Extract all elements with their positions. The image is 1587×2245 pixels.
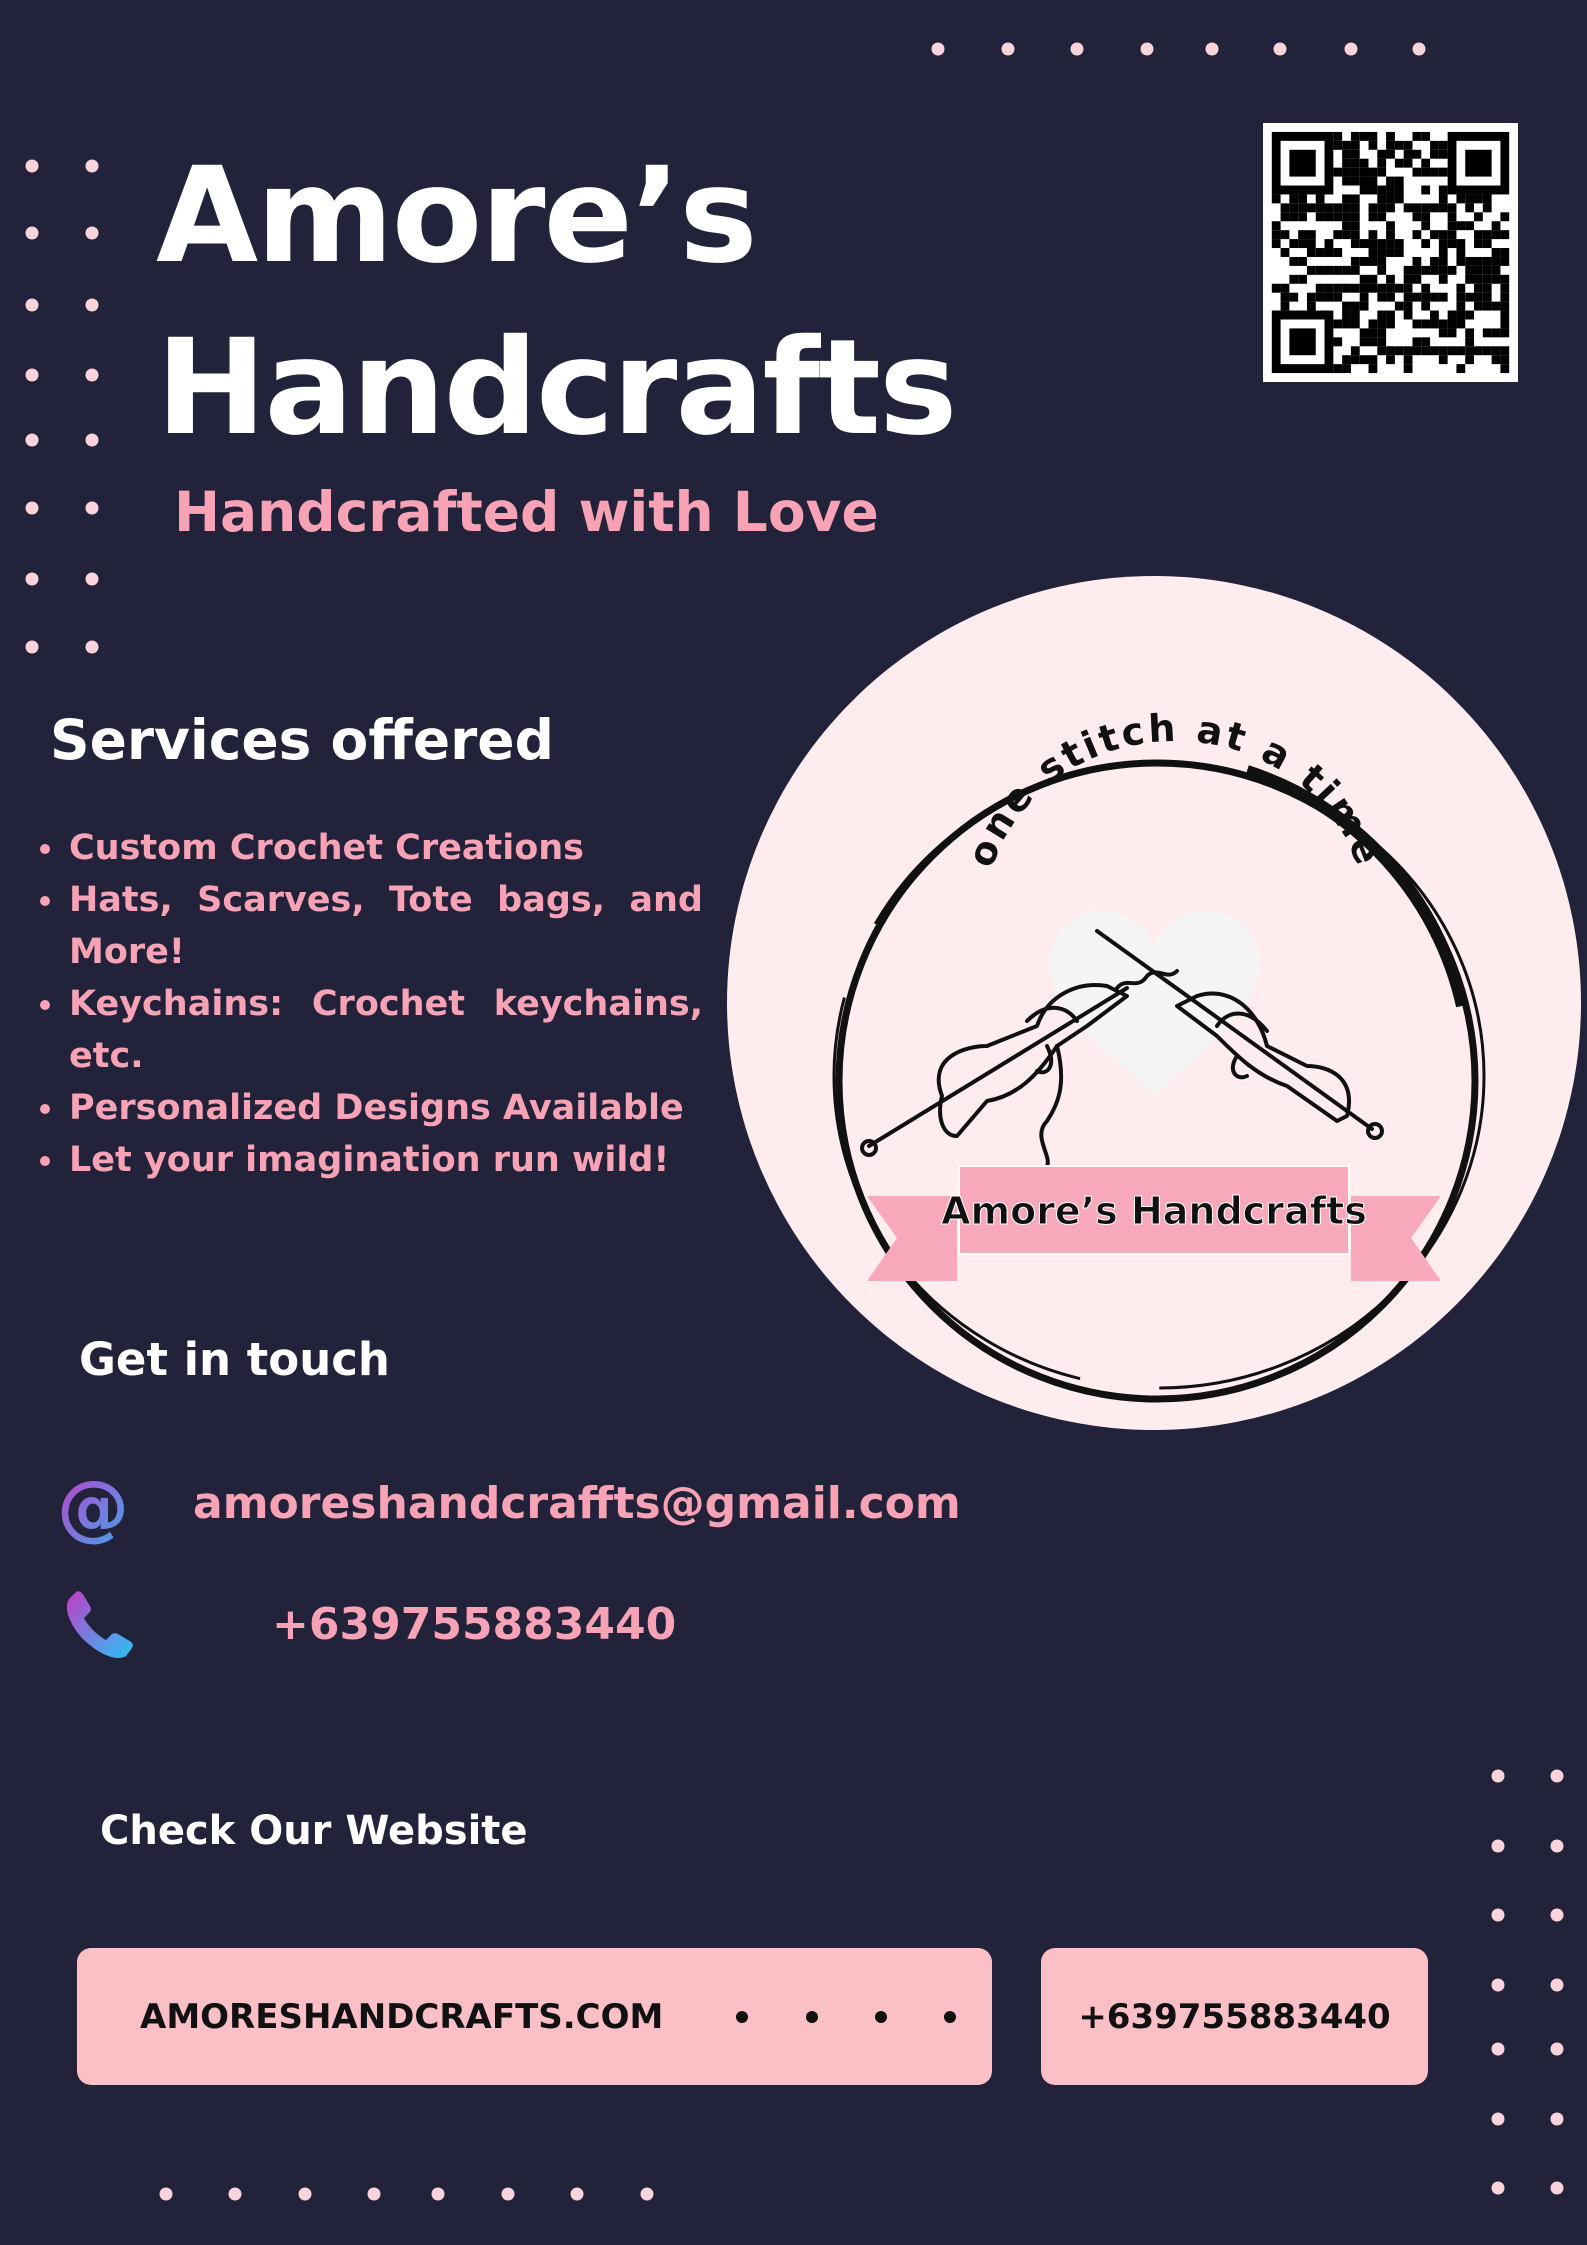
decorative-dot xyxy=(1550,1769,1564,1783)
decorative-dot xyxy=(501,2187,515,2201)
decorative-dot xyxy=(1550,1978,1564,1992)
website-heading: Check Our Website xyxy=(100,1808,528,1854)
decorative-dot xyxy=(806,2010,818,2023)
logo-illustration: one stitch at a time Amore’s Handcrafts xyxy=(832,706,1486,1403)
decorative-dot xyxy=(1205,42,1219,56)
qr-code[interactable] xyxy=(1263,123,1518,382)
decorative-dot xyxy=(431,2187,445,2201)
decorative-dot xyxy=(1491,1839,1505,1853)
svg-text:@: @ xyxy=(57,1470,129,1546)
decorative-dot xyxy=(25,226,39,240)
decorative-dot xyxy=(85,368,99,382)
at-sign-icon: @ xyxy=(57,1470,129,1546)
decorative-dot xyxy=(85,501,99,515)
decorative-dot xyxy=(1550,1839,1564,1853)
decorative-dot xyxy=(159,2187,173,2201)
qr-code-icon xyxy=(1271,131,1510,374)
contact-heading: Get in touch xyxy=(79,1333,390,1386)
website-button[interactable]: AMORESHANDCRAFTS.COM xyxy=(77,1948,992,2085)
decorative-dot xyxy=(875,2010,887,2023)
decorative-dot xyxy=(85,433,99,447)
service-item: Personalized Designs Available xyxy=(38,1082,703,1134)
svg-text:one stitch at a time: one stitch at a time xyxy=(959,706,1392,873)
decorative-dot xyxy=(25,640,39,654)
website-button-label: AMORESHANDCRAFTS.COM xyxy=(140,1996,664,2037)
phone-button-label: +639755883440 xyxy=(1078,1996,1391,2037)
decorative-dot xyxy=(1273,42,1287,56)
decorative-dot xyxy=(1140,42,1154,56)
title-line-1: Amore’s xyxy=(156,139,758,293)
decorative-dot xyxy=(85,159,99,173)
email-link[interactable]: amoreshandcraffts@gmail.com xyxy=(193,1478,961,1529)
decorative-dot xyxy=(1491,1908,1505,1922)
services-heading: Services offered xyxy=(50,708,554,772)
decorative-dot xyxy=(85,572,99,586)
phone-icon xyxy=(66,1591,133,1658)
decorative-dot xyxy=(25,501,39,515)
decorative-dot xyxy=(367,2187,381,2201)
decorative-dot xyxy=(736,2010,748,2023)
service-item: Keychains: Crochet keychains, etc. xyxy=(38,978,703,1082)
decorative-dot xyxy=(85,226,99,240)
decorative-dot xyxy=(1491,2112,1505,2126)
decorative-dot xyxy=(1550,2112,1564,2126)
decorative-dot xyxy=(85,298,99,312)
logo-ribbon-text: Amore’s Handcrafts xyxy=(941,1189,1367,1233)
decorative-dot xyxy=(640,2187,654,2201)
decorative-dot xyxy=(1491,1978,1505,1992)
decorative-dot xyxy=(1550,1908,1564,1922)
decorative-dot xyxy=(228,2187,242,2201)
decorative-dot xyxy=(85,640,99,654)
phone-button[interactable]: +639755883440 xyxy=(1041,1948,1428,2085)
decorative-dot xyxy=(25,368,39,382)
decorative-dot xyxy=(1550,2042,1564,2056)
decorative-dot xyxy=(1550,2181,1564,2195)
decorative-dot xyxy=(944,2010,956,2023)
logo-badge: one stitch at a time Amore’s Handcrafts xyxy=(727,576,1581,1430)
decorative-dot xyxy=(1491,2042,1505,2056)
decorative-dot xyxy=(931,42,945,56)
decorative-dot xyxy=(25,572,39,586)
tagline: Handcrafted with Love xyxy=(174,480,879,544)
decorative-dot xyxy=(1491,2181,1505,2195)
decorative-dot xyxy=(25,298,39,312)
service-item: Let your imagination run wild! xyxy=(38,1134,703,1186)
phone-link[interactable]: +639755883440 xyxy=(272,1599,676,1650)
decorative-dot xyxy=(1491,1769,1505,1783)
heart-icon xyxy=(1049,910,1260,1096)
decorative-dot xyxy=(570,2187,584,2201)
decorative-dot xyxy=(1070,42,1084,56)
service-item: Hats, Scarves, Tote bags, and More! xyxy=(38,874,703,978)
decorative-dot xyxy=(1001,42,1015,56)
decorative-dot xyxy=(1412,42,1426,56)
decorative-dot xyxy=(1344,42,1358,56)
decorative-dot xyxy=(298,2187,312,2201)
services-list: Custom Crochet Creations Hats, Scarves, … xyxy=(38,822,703,1186)
service-item: Custom Crochet Creations xyxy=(38,822,703,874)
logo-ribbon: Amore’s Handcrafts xyxy=(867,1165,1441,1281)
decorative-dot xyxy=(25,433,39,447)
title-line-2: Handcrafts xyxy=(156,311,958,465)
logo-arc-text: one stitch at a time xyxy=(959,706,1389,873)
decorative-dot xyxy=(25,159,39,173)
